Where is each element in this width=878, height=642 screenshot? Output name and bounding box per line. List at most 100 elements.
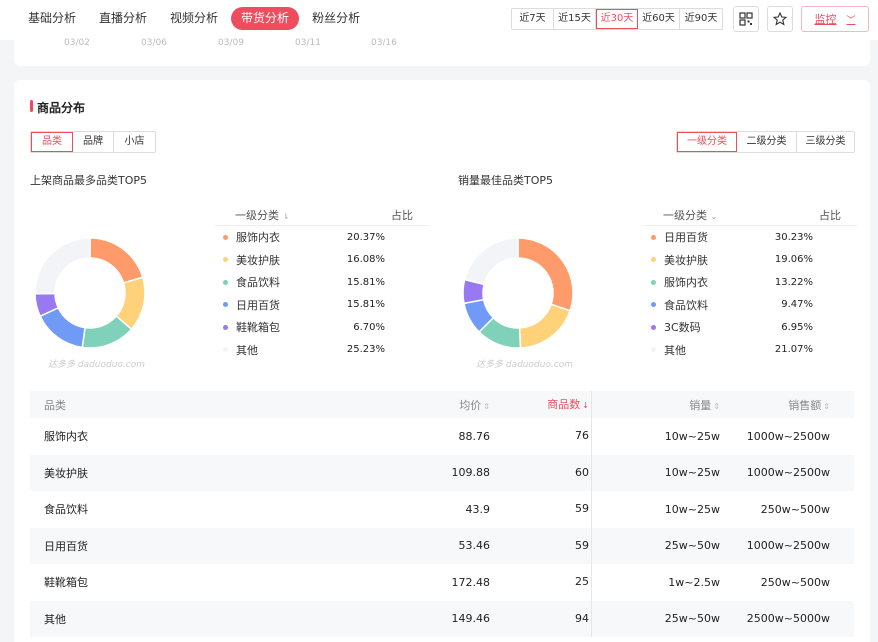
legend-dot (651, 279, 656, 285)
table-header: 品类 均价 ⇕ 商品数 ↓ 销量 ⇕ 销售额 ⇕ (30, 391, 854, 418)
tab-2[interactable]: 视频分析 (160, 7, 228, 30)
legend-label: 服饰内衣 (664, 276, 708, 290)
cell-sales-amount: 1000w~2500w (746, 429, 830, 443)
cell-product-count: 76 (490, 418, 592, 455)
table-row[interactable]: 食品饮料 43.9 59 10w~25w 250w~500w (30, 491, 854, 528)
cell-product-count: 60 (490, 454, 592, 491)
level-tab-0[interactable]: 一级分类 (677, 132, 737, 152)
x-tick-label: 03/06 (141, 38, 167, 48)
dimension-tab-1[interactable]: 品牌 (73, 132, 114, 152)
donut-slice-5[interactable] (34, 237, 91, 295)
legend-percent: 21.07% (774, 344, 813, 356)
left-legend-header: 一级分类 ⇂ 占比 (215, 204, 429, 226)
cell-sales-volume: 10w~25w (664, 502, 720, 516)
date-range-selector: 近7天 近15天 近30天 近60天 近90天 (511, 8, 723, 30)
header-avg-price[interactable]: 均价 ⇕ (330, 397, 490, 413)
legend-percent: 30.23% (774, 231, 813, 243)
legend-percent: 15.81% (346, 299, 385, 311)
right-col-category[interactable]: 一级分类 ⌄ (663, 207, 717, 223)
range-option-0[interactable]: 近7天 (512, 9, 554, 29)
legend-label: 鞋靴箱包 (236, 321, 280, 335)
category-level-tabs: 一级分类 二级分类 三级分类 (676, 131, 855, 153)
section-title: 商品分布 (30, 99, 85, 116)
x-tick-label: 03/16 (371, 38, 397, 48)
chevron-down-icon: ﹀ (846, 15, 856, 26)
level-tab-2[interactable]: 三级分类 (797, 132, 854, 152)
legend-dot (651, 257, 656, 263)
legend-category: 其他 (223, 342, 258, 358)
cell-avg-price: 109.88 (451, 466, 491, 480)
table-row[interactable]: 服饰内衣 88.76 76 10w~25w 1000w~2500w (30, 418, 854, 455)
legend-dot (223, 257, 228, 263)
legend-percent: 9.47% (781, 299, 813, 311)
legend-category: 鞋靴箱包 (223, 319, 280, 335)
star-icon (773, 12, 787, 26)
range-option-4[interactable]: 近90天 (680, 9, 722, 29)
legend-row: 日用百货 15.81% (215, 294, 429, 317)
dimension-tab-2[interactable]: 小店 (114, 132, 155, 152)
tab-4[interactable]: 粉丝分析 (302, 7, 370, 30)
donut-slice-1[interactable] (518, 303, 572, 349)
cell-sales-amount: 2500w~5000w (746, 612, 830, 626)
header-product-count[interactable]: 商品数 ↓ (490, 391, 592, 418)
previous-chart-card: 03/02 03/06 03/09 03/11 03/16 (14, 38, 870, 66)
cell-avg-price: 43.9 (465, 502, 491, 516)
legend-row: 日用百货 30.23% (643, 226, 857, 249)
tab-1[interactable]: 直播分析 (89, 7, 157, 30)
legend-dot (651, 302, 656, 308)
tab-0[interactable]: 基础分析 (18, 7, 86, 30)
legend-percent: 25.23% (346, 344, 385, 356)
right-legend-header: 一级分类 ⌄ 占比 (643, 204, 857, 226)
range-option-3[interactable]: 近60天 (638, 9, 680, 29)
header-sales-volume[interactable]: 销量 ⇕ (592, 397, 720, 413)
legend-row: 食品饮料 9.47% (643, 294, 857, 317)
qr-code-icon (739, 12, 753, 26)
table-row[interactable]: 美妆护肤 109.88 60 10w~25w 1000w~2500w (30, 454, 854, 491)
header-sales-amount[interactable]: 销售额 ⇕ (720, 397, 854, 413)
legend-dot (651, 324, 656, 330)
cell-sales-volume: 25w~50w (664, 539, 720, 553)
left-legend-table: 一级分类 ⇂ 占比 服饰内衣 20.37% 美妆护肤 16.08% 食品饮料 15.81%… (215, 204, 429, 361)
donut-slice-0[interactable] (89, 237, 144, 284)
legend-category: 日用百货 (651, 229, 708, 245)
legend-dot (223, 324, 228, 330)
legend-row: 其他 21.07% (643, 339, 857, 362)
legend-label: 日用百货 (236, 298, 280, 312)
legend-category: 其他 (651, 342, 686, 358)
donut-slice-5[interactable] (463, 237, 519, 286)
legend-row: 美妆护肤 16.08% (215, 249, 429, 272)
legend-percent: 6.70% (353, 321, 385, 333)
donut-slice-0[interactable] (517, 237, 574, 312)
table-row[interactable]: 其他 149.46 94 25w~50w 2500w~5000w (30, 600, 854, 637)
cell-avg-price: 88.76 (458, 429, 491, 443)
right-watermark: 达多多 daduoduo.com (476, 360, 574, 370)
legend-percent: 19.06% (774, 254, 813, 266)
left-col-category[interactable]: 一级分类 ⇂ (235, 207, 289, 223)
legend-dot (651, 347, 656, 353)
legend-category: 服饰内衣 (651, 274, 708, 290)
legend-dot (651, 234, 656, 240)
legend-percent: 16.08% (346, 254, 385, 266)
legend-label: 食品饮料 (236, 276, 280, 290)
dimension-tab-0[interactable]: 品类 (31, 132, 73, 152)
x-tick-label: 03/09 (218, 38, 244, 48)
tab-3[interactable]: 带货分析 (231, 7, 300, 30)
legend-category: 食品饮料 (223, 274, 280, 290)
qr-code-button[interactable] (733, 6, 759, 32)
left-panel-title: 上架商品最多品类TOP5 (30, 174, 148, 187)
cell-category: 其他 (44, 612, 66, 626)
range-option-1[interactable]: 近15天 (554, 9, 596, 29)
left-watermark: 达多多 daduoduo.com (48, 360, 146, 370)
x-tick-label: 03/11 (295, 38, 321, 48)
table-row[interactable]: 鞋靴箱包 172.48 25 1w~2.5w 250w~500w (30, 564, 854, 601)
cell-product-count: 94 (490, 600, 592, 637)
analysis-tabs: 基础分析 直播分析 视频分析 带货分析 粉丝分析 (18, 7, 373, 30)
range-option-2[interactable]: 近30天 (596, 9, 638, 29)
level-tab-1[interactable]: 二级分类 (737, 132, 797, 152)
legend-row: 鞋靴箱包 6.70% (215, 316, 429, 339)
table-row[interactable]: 日用百货 53.46 59 25w~50w 1000w~2500w (30, 527, 854, 564)
legend-label: 其他 (664, 343, 686, 357)
favorite-button[interactable] (767, 6, 793, 32)
cell-sales-volume: 1w~2.5w (668, 575, 720, 589)
monitor-button[interactable]: 监控 ﹀ (801, 6, 869, 32)
